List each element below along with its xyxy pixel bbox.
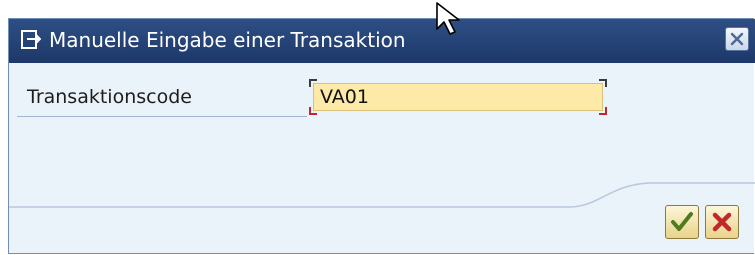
label-underline <box>17 116 307 117</box>
transaction-code-label: Transaktionscode <box>27 86 192 108</box>
page: Manuelle Eingabe einer Transaktion Trans… <box>0 0 755 255</box>
transaction-code-input[interactable] <box>313 83 603 111</box>
dialog-content: Transaktionscode <box>9 63 755 121</box>
close-icon <box>730 32 744 46</box>
cancel-button[interactable] <box>705 205 739 239</box>
dialog-title: Manuelle Eingabe einer Transaktion <box>49 28 406 52</box>
confirm-button[interactable] <box>665 205 699 239</box>
dialog-titlebar: Manuelle Eingabe einer Transaktion <box>9 19 755 63</box>
footer-divider <box>9 182 755 208</box>
transaction-entry-icon <box>21 29 42 51</box>
cancel-x-icon <box>712 212 732 232</box>
transaction-dialog: Manuelle Eingabe einer Transaktion Trans… <box>8 18 755 254</box>
close-button[interactable] <box>725 27 749 51</box>
mouse-cursor-icon <box>436 2 460 35</box>
checkmark-icon <box>671 212 693 231</box>
transaction-code-field-frame <box>309 79 607 115</box>
